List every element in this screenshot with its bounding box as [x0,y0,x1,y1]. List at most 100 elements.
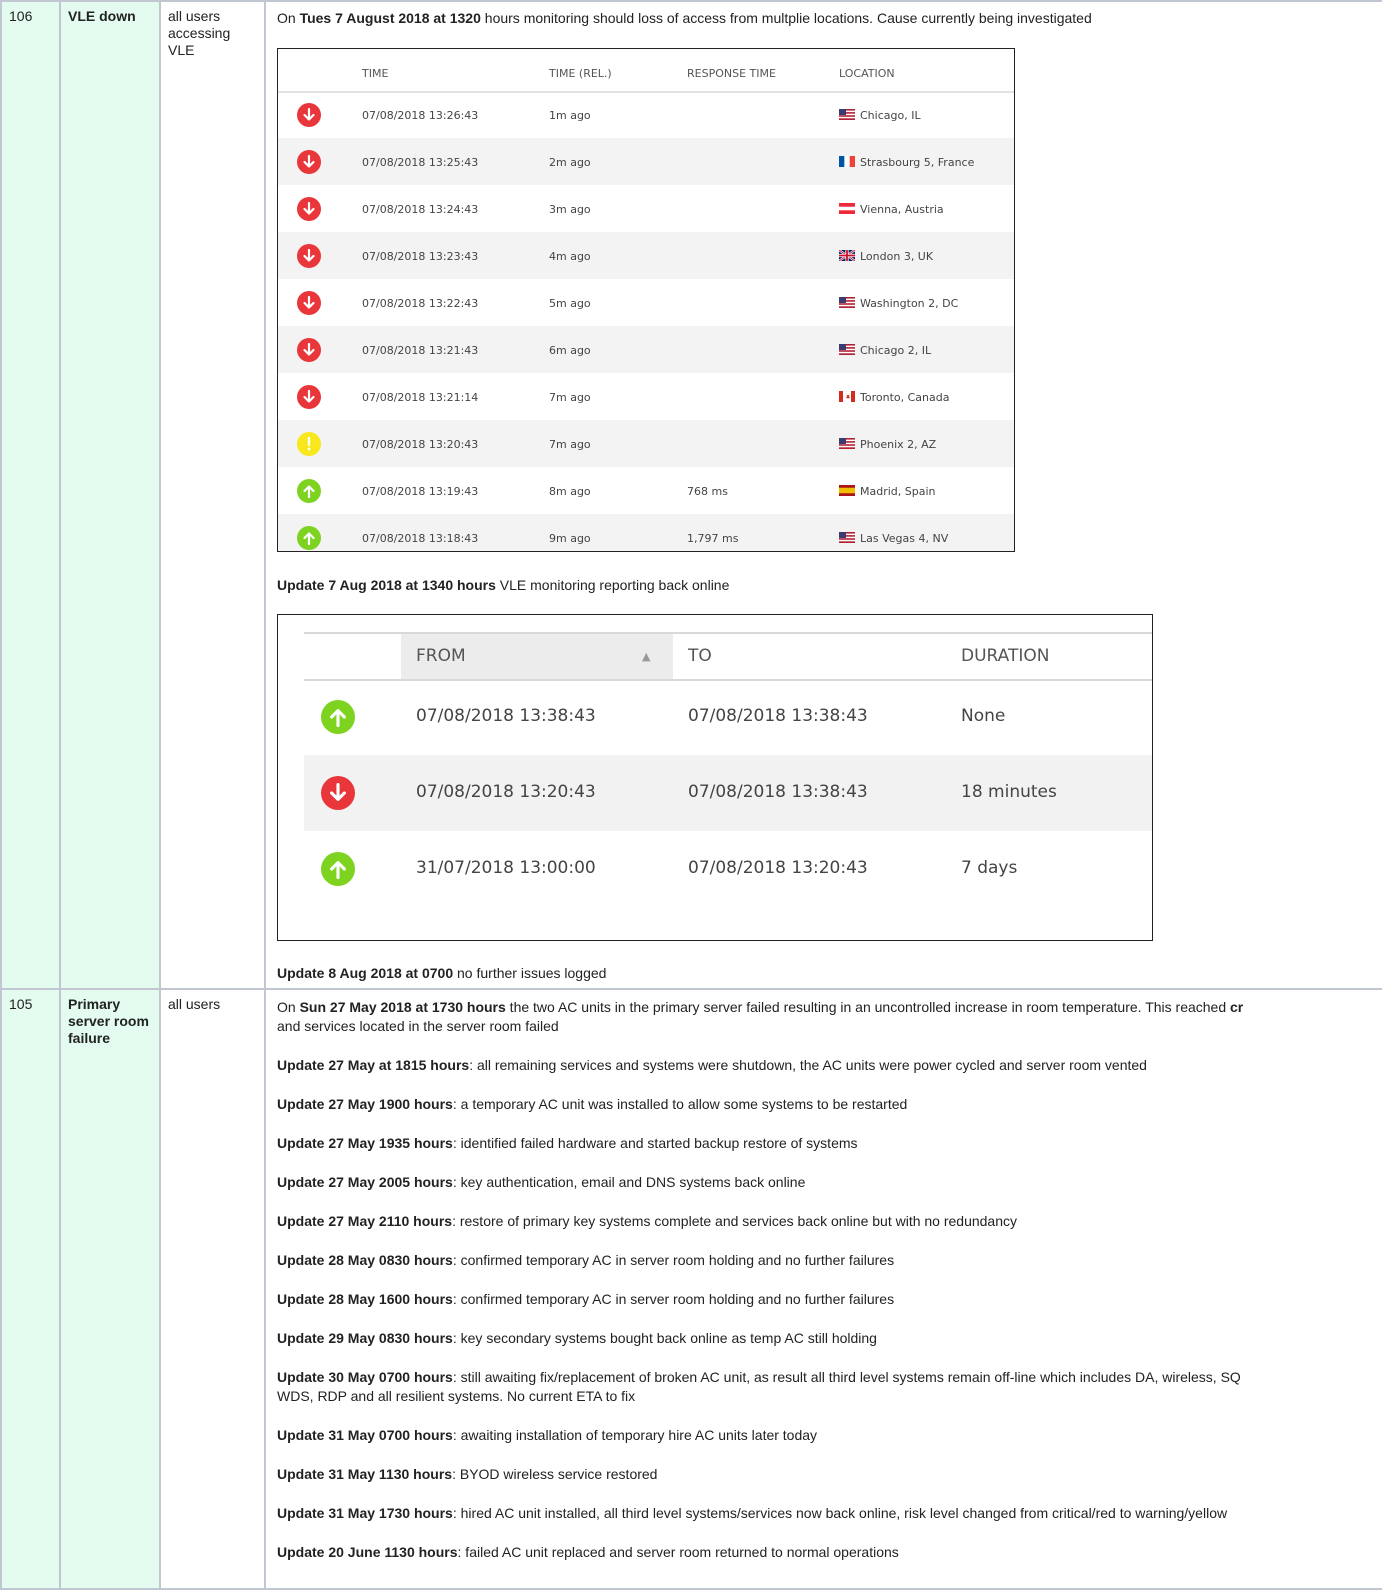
check-location-label: London 3, UK [860,250,934,263]
update-entry: Update 30 May 0700 hours: still awaiting… [277,1368,1382,1406]
update-text: : hired AC unit installed, all third lev… [452,1505,1228,1521]
check-location: Washington 2, DC [839,297,958,310]
check-row: 07/08/2018 13:25:43 2m ago Strasbourg 5, F… [278,138,1014,185]
check-row: 07/08/2018 13:18:43 9m ago 1,797 ms Las Veg… [278,514,1014,551]
update-time: Update 27 May 2110 hours [277,1213,453,1229]
at-flag-icon [839,203,860,216]
period-duration: None [961,706,1006,726]
update-entry: Update 27 May at 1815 hours: all remaini… [277,1056,1382,1075]
update-text: : identified failed hardware and started… [452,1135,858,1151]
update-text-line2: WDS, RDP and all resilient systems. No c… [277,1388,636,1404]
incident-105-detail: On Sun 27 May 2018 at 1730 hours the two… [277,998,1382,1562]
update-entry: Update 31 May 1130 hours: BYOD wireless … [277,1465,1382,1484]
check-time: 07/08/2018 13:18:43 [362,532,479,545]
check-location: Chicago 2, IL [839,344,931,357]
update-time: Update 31 May 0700 hours [277,1427,453,1443]
update-no-issues-date: Update 8 Aug 2018 at 0700 [277,965,454,981]
col-duration[interactable]: DURATION [961,646,1049,666]
update-text: : key secondary systems bought back onli… [452,1330,877,1346]
check-response-time: 1,797 ms [687,532,739,545]
update-text: : awaiting installation of temporary hir… [452,1427,818,1443]
status-down-icon [297,338,321,362]
update-time: Update 31 May 1730 hours [277,1505,453,1521]
update-text: : failed AC unit replaced and server roo… [457,1544,899,1560]
update-entry: Update 28 May 0830 hours: confirmed temp… [277,1251,1382,1270]
check-time-rel: 2m ago [549,156,591,169]
update-entry: Update 28 May 1600 hours: confirmed temp… [277,1290,1382,1309]
intro-pre: On [277,999,300,1015]
status-up-icon [321,852,355,886]
check-location: Vienna, Austria [839,203,944,216]
check-time-rel: 9m ago [549,532,591,545]
period-from: 07/08/2018 13:38:43 [416,706,596,726]
check-time-rel: 3m ago [549,203,591,216]
check-time: 07/08/2018 13:22:43 [362,297,479,310]
us-flag-icon [839,532,860,545]
update-entry: Update 27 May 2110 hours: restore of pri… [277,1212,1382,1231]
check-location-label: Chicago 2, IL [860,344,932,357]
status-down-icon [297,244,321,268]
update-text: : restore of primary key systems complet… [452,1213,1018,1229]
affected-users: all users accessing VLE [168,8,231,58]
period-to: 07/08/2018 13:38:43 [688,782,868,802]
check-time-rel: 4m ago [549,250,591,263]
check-location-label: Chicago, IL [860,109,921,122]
update-entry: Update 27 May 1900 hours: a temporary AC… [277,1095,1382,1114]
check-response-time: 768 ms [687,485,728,498]
update-time: Update 29 May 0830 hours [277,1330,453,1346]
status-warning-icon [297,432,321,456]
period-row: 31/07/2018 13:00:00 07/08/2018 13:20:43 7 … [304,831,1152,907]
col-from[interactable]: FROM [416,646,466,666]
period-from: 07/08/2018 13:20:43 [416,782,596,802]
update-no-issues-text: no further issues logged [453,965,607,981]
check-location: Phoenix 2, AZ [839,438,936,451]
update-entry: Update 31 May 0700 hours: awaiting insta… [277,1426,1382,1445]
update-text: : BYOD wireless service restored [452,1466,658,1482]
update-text: : key authentication, email and DNS syst… [452,1174,806,1190]
uk-flag-icon [839,250,860,263]
check-time: 07/08/2018 13:21:43 [362,344,479,357]
check-location: Chicago, IL [839,109,921,122]
status-down-icon [297,197,321,221]
periods-header: FROM ▲ TO DURATION [304,632,1152,681]
updates-list: Update 27 May at 1815 hours: all remaini… [277,1056,1382,1562]
check-time: 07/08/2018 13:21:14 [362,391,479,404]
check-location: Las Vegas 4, NV [839,532,948,545]
fr-flag-icon [839,156,860,169]
update-entry: Update 31 May 1730 hours: hired AC unit … [277,1504,1382,1523]
check-row: 07/08/2018 13:24:43 3m ago Vienna, Austria [278,185,1014,232]
check-time: 07/08/2018 13:19:43 [362,485,479,498]
period-to: 07/08/2018 13:20:43 [688,858,868,878]
status-down-icon [321,776,355,810]
check-time: 07/08/2018 13:25:43 [362,156,479,169]
update-time: Update 27 May at 1815 hours [277,1057,470,1073]
update-time: Update 27 May 1900 hours [277,1096,453,1112]
status-down-icon [297,150,321,174]
period-from: 31/07/2018 13:00:00 [416,858,596,878]
col-to[interactable]: TO [688,646,712,666]
update-time: Update 28 May 1600 hours [277,1291,453,1307]
check-time-rel: 1m ago [549,109,591,122]
affected-users: all users [168,996,221,1012]
period-duration: 7 days [961,858,1018,878]
us-flag-icon [839,109,860,122]
incident-intro-line2: and services located in the server room … [277,1018,559,1034]
incident-id-cell: 105 [0,988,61,1590]
check-location-label: Vienna, Austria [860,203,944,216]
check-time: 07/08/2018 13:26:43 [362,109,479,122]
check-location: Toronto, Canada [839,391,949,404]
incident-id: 105 [9,996,33,1012]
check-row: 07/08/2018 13:19:43 8m ago 768 ms Madrid, S… [278,467,1014,514]
intro-date: Sun 27 May 2018 at 1730 hours [299,999,506,1015]
sort-asc-icon[interactable]: ▲ [642,650,650,663]
check-location: Strasbourg 5, France [839,156,974,169]
intro-text: hours monitoring should loss of access f… [480,10,1092,26]
update-entry: Update 29 May 0830 hours: key secondary … [277,1329,1382,1348]
check-time: 07/08/2018 13:23:43 [362,250,479,263]
update-entry: Update 20 June 1130 hours: failed AC uni… [277,1543,1382,1562]
check-row: 07/08/2018 13:20:43 7m ago Phoenix 2, AZ [278,420,1014,467]
col-time: TIME [362,67,389,80]
incident-title: VLE down [68,8,136,24]
update-text: : all remaining services and systems wer… [469,1057,1147,1073]
incident-id: 106 [9,8,33,24]
